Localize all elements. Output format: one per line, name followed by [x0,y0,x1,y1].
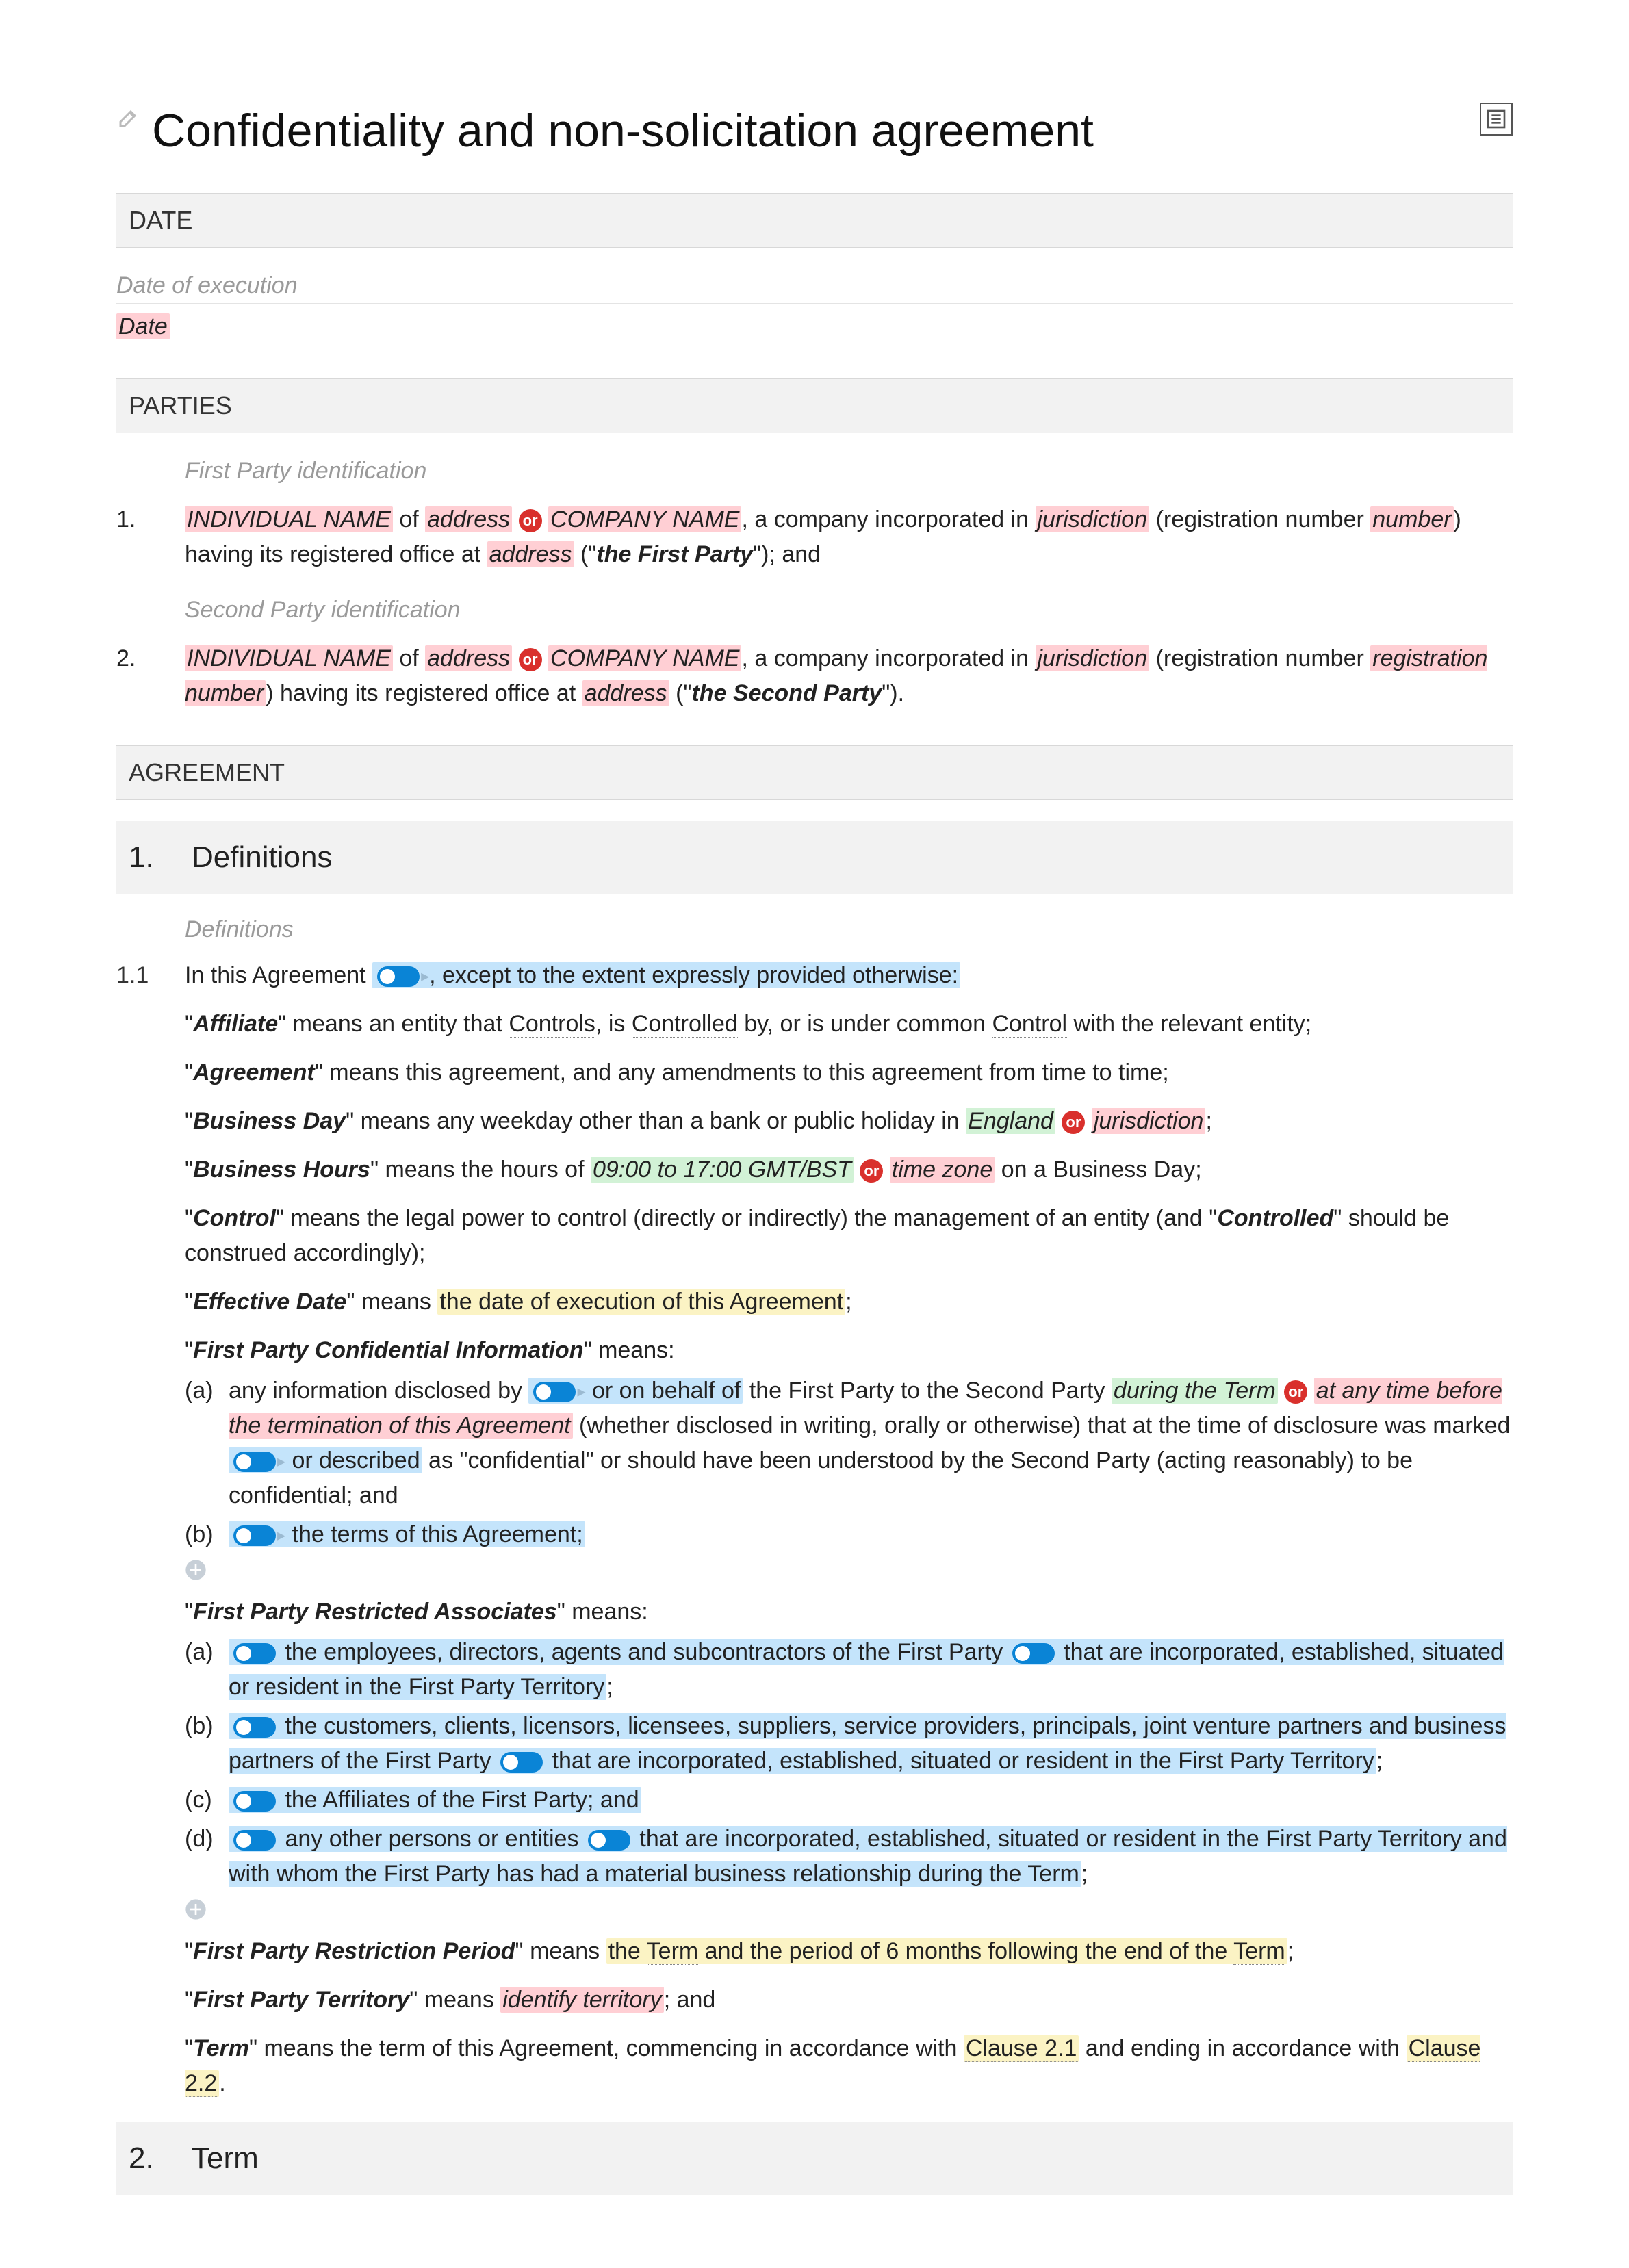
party-num: 2. [116,641,157,711]
address-placeholder[interactable]: address [425,506,512,532]
list-label: (d) [185,1822,219,1892]
party-row: 2. INDIVIDUAL NAME of address or COMPANY… [116,641,1513,711]
or-chip[interactable]: or [1284,1380,1307,1404]
toggle-icon[interactable] [1012,1643,1055,1664]
address-placeholder[interactable]: address [487,541,574,567]
option[interactable]: England [966,1108,1055,1134]
jurisdiction-placeholder[interactable]: jurisdiction [1036,645,1150,671]
toggle-icon[interactable] [533,1382,576,1402]
toggle-icon[interactable] [377,966,420,987]
intro-text: In this Agreement [185,962,366,988]
document-title: Confidentiality and non-solicitation agr… [152,96,1094,166]
toggle-arrow-icon: ▸ [577,1380,585,1404]
definition: "First Party Restriction Period" means t… [185,1934,1513,1969]
definition: "First Party Confidential Information" m… [185,1333,1513,1581]
date-placeholder[interactable]: Date [116,313,170,339]
party-num: 1. [116,502,157,572]
defn-term: Term [193,2035,249,2061]
section-parties-label: PARTIES [116,378,1513,433]
clause-num: 1. [129,835,164,880]
toggle-arrow-icon: ▸ [277,1523,285,1548]
list-label: (c) [185,1783,219,1818]
party-row: 1. INDIVIDUAL NAME of address or COMPANY… [116,502,1513,572]
or-chip[interactable]: or [519,509,542,532]
definition: "First Party Restricted Associates" mean… [185,1595,1513,1920]
toggle-icon[interactable] [233,1830,276,1851]
clause-title: Term [192,2136,259,2181]
clause-num: 2. [129,2136,164,2181]
defn-term: First Party Confidential Information [193,1337,583,1363]
list-label: (a) [185,1374,219,1513]
clause-header: 2. Term [116,2122,1513,2195]
defn-term: Business Day [193,1108,346,1134]
defn-term: Agreement [193,1059,315,1085]
address-placeholder[interactable]: address [582,680,669,706]
clause-title: Definitions [192,835,332,880]
clause-ref[interactable]: Clause 2.1 [964,2035,1079,2062]
section-date-label: DATE [116,193,1513,248]
toggle-icon[interactable] [233,1643,276,1664]
name-placeholder[interactable]: INDIVIDUAL NAME [185,506,393,532]
definition: "First Party Territory" means identify t… [185,1983,1513,2018]
party-role: the Second Party [691,680,882,706]
toggle-icon[interactable] [588,1830,630,1851]
defn-term: Affiliate [193,1011,278,1037]
edit-icon[interactable] [116,105,141,130]
party-role: the First Party [596,541,753,567]
toggle-arrow-icon: ▸ [421,964,429,989]
option[interactable]: time zone [890,1157,995,1183]
or-chip[interactable]: or [1062,1111,1085,1134]
sub-num: 1.1 [116,958,157,993]
definition: "Business Day" means any weekday other t… [185,1104,1513,1139]
list-label: (b) [185,1709,219,1779]
toggle-icon[interactable] [500,1752,543,1773]
or-chip[interactable]: or [860,1159,883,1183]
clause-comment: Definitions [185,912,1513,947]
toggle-icon[interactable] [233,1452,276,1472]
list-label: (a) [185,1635,219,1705]
toggle-icon[interactable] [233,1791,276,1812]
definition: "Agreement" means this agreement, and an… [185,1055,1513,1090]
defn-term: Effective Date [193,1289,346,1315]
defn-term: Business Hours [193,1157,370,1183]
party-row: First Party identification [185,454,1513,494]
defn-term: First Party Territory [193,1987,409,2013]
add-item-icon[interactable] [185,1898,207,1920]
toc-icon[interactable] [1480,103,1513,136]
territory-placeholder[interactable]: identify territory [500,1987,663,2013]
definition: "Affiliate" means an entity that Control… [185,1007,1513,1042]
definition: "Business Hours" means the hours of 09:0… [185,1152,1513,1187]
party-comment: First Party identification [185,454,1513,489]
toggle-icon[interactable] [233,1717,276,1738]
date-comment: Date of execution [116,268,1513,303]
clause-header: 1. Definitions [116,821,1513,894]
defn-term: Control [193,1205,276,1231]
add-item-icon[interactable] [185,1559,207,1581]
address-placeholder[interactable]: address [425,645,512,671]
defn-term: First Party Restriction Period [193,1938,515,1964]
toggle-icon[interactable] [233,1525,276,1546]
toggle-arrow-icon: ▸ [277,1449,285,1474]
company-placeholder[interactable]: COMPANY NAME [548,506,741,532]
definition: "Effective Date" means the date of execu… [185,1285,1513,1319]
name-placeholder[interactable]: INDIVIDUAL NAME [185,645,393,671]
intro-opt: , except to the extent expressly provide… [429,962,958,988]
or-chip[interactable]: or [519,648,542,671]
option[interactable]: during the Term [1112,1378,1278,1404]
option[interactable]: jurisdiction [1092,1108,1206,1134]
highlight[interactable]: the date of execution of this Agreement [437,1289,845,1315]
party-comment: Second Party identification [185,593,1513,628]
section-agreement-label: AGREEMENT [116,745,1513,800]
definition: "Term" means the term of this Agreement,… [185,2031,1513,2101]
party-row: Second Party identification [185,593,1513,633]
number-placeholder[interactable]: number [1370,506,1453,532]
defn-term: First Party Restricted Associates [193,1599,557,1625]
definition: "Control" means the legal power to contr… [185,1201,1513,1271]
list-label: (b) [185,1517,219,1552]
company-placeholder[interactable]: COMPANY NAME [548,645,741,671]
jurisdiction-placeholder[interactable]: jurisdiction [1036,506,1150,532]
option[interactable]: 09:00 to 17:00 GMT/BST [591,1157,854,1183]
